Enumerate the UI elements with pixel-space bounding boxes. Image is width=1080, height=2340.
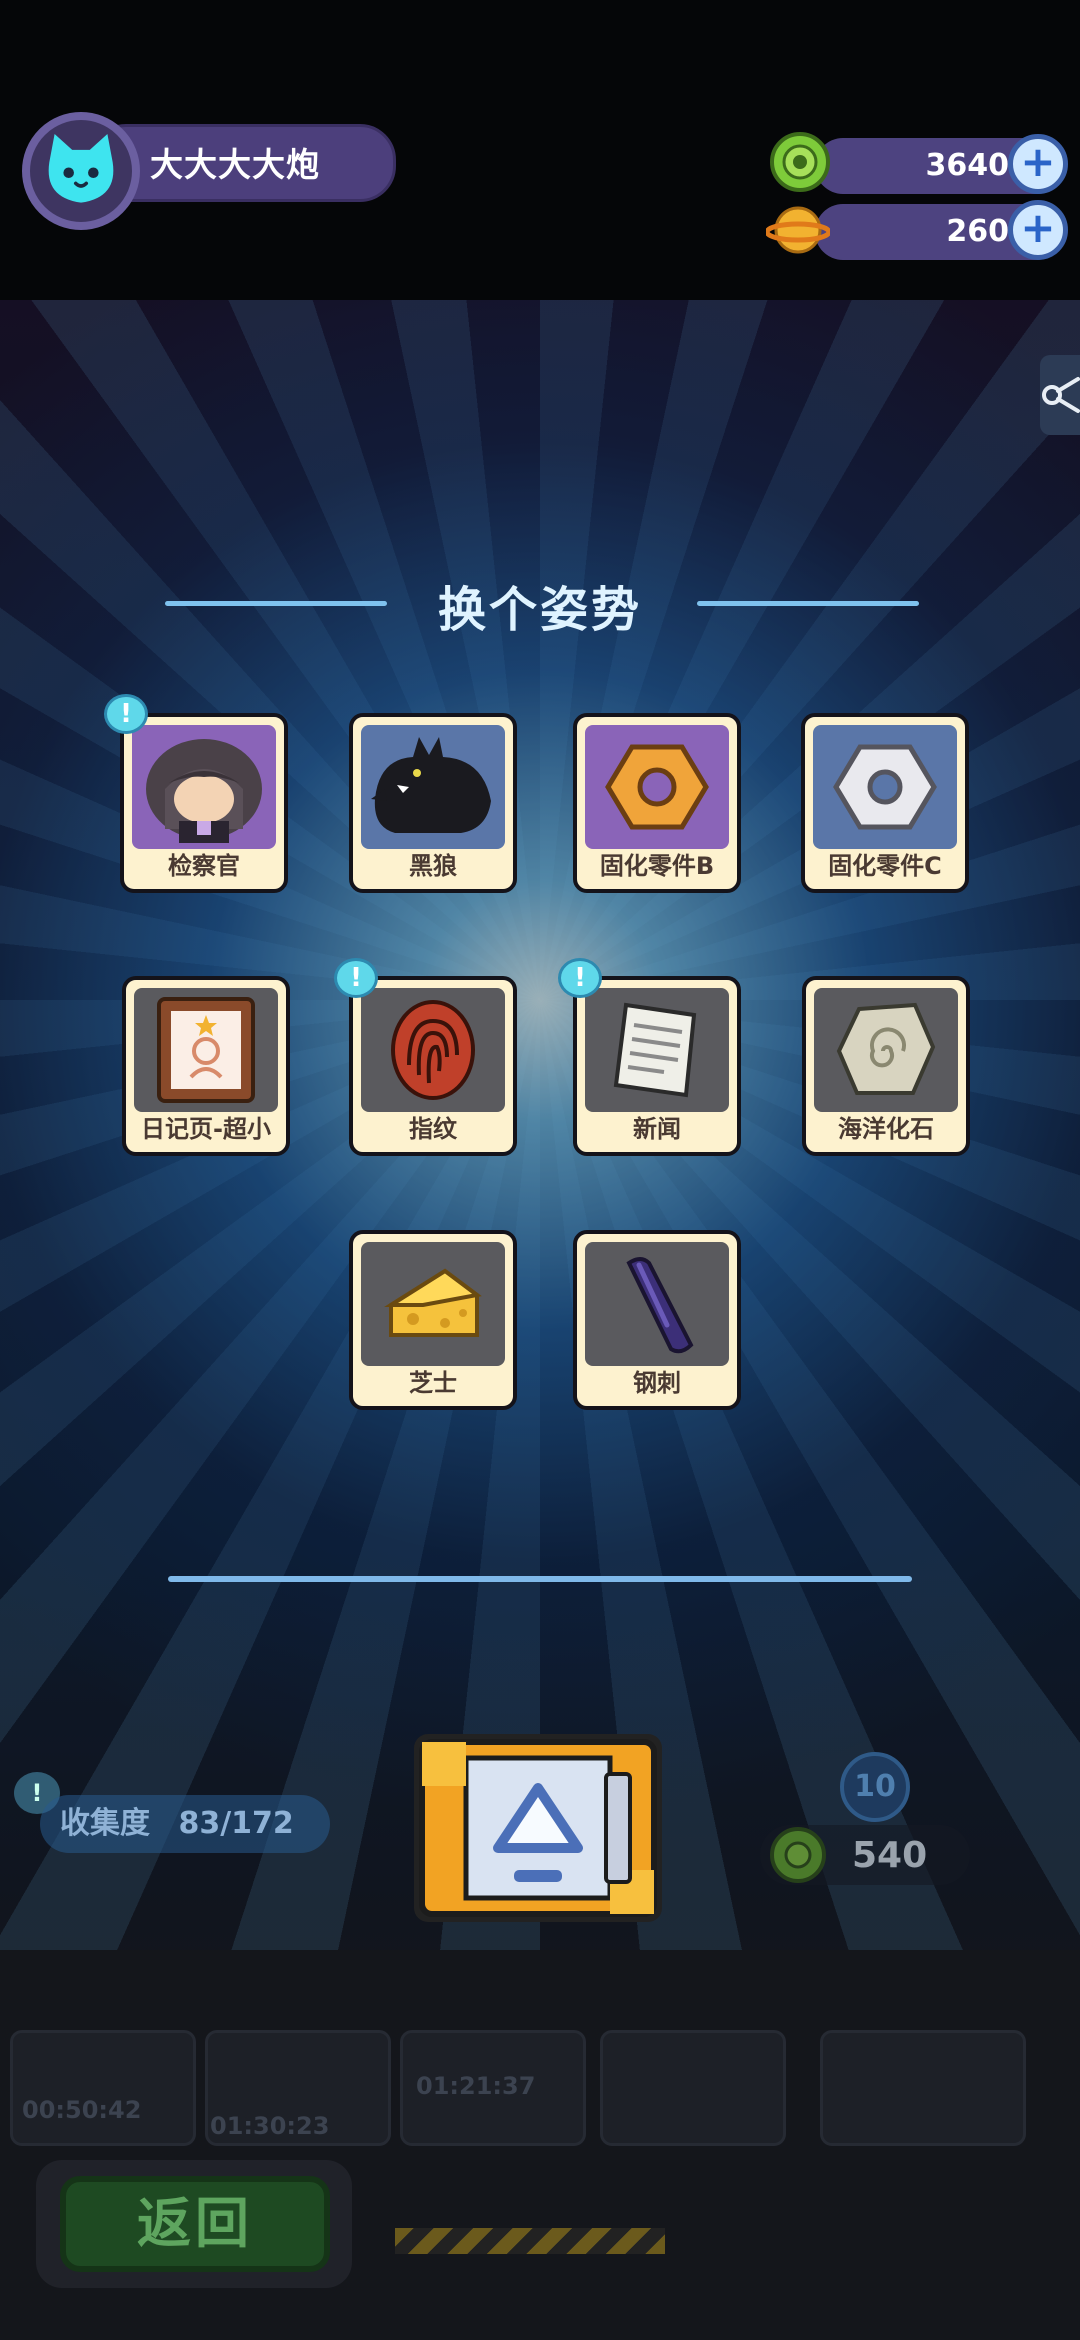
back-button[interactable]: 返回 bbox=[60, 2176, 330, 2272]
add-gear-coin-button[interactable]: + bbox=[1008, 134, 1068, 194]
collection-value: 83/172 bbox=[178, 1806, 294, 1841]
item-label: 海洋化石 bbox=[838, 1115, 934, 1143]
hazard-stripe bbox=[395, 2228, 665, 2254]
new-item-badge: ! bbox=[334, 958, 378, 998]
ocean-fossil-icon bbox=[836, 1002, 936, 1095]
add-planet-coin-button[interactable]: + bbox=[1008, 200, 1068, 260]
production-slot bbox=[10, 2030, 196, 2146]
item-card-cheese[interactable]: 芝士 bbox=[349, 1230, 517, 1410]
newspaper-icon bbox=[613, 1002, 697, 1098]
item-card-fingerprint[interactable]: 指纹 bbox=[349, 976, 517, 1156]
production-slot bbox=[600, 2030, 786, 2146]
hex-nut-orange-icon bbox=[605, 744, 709, 830]
item-label: 黑狼 bbox=[409, 852, 457, 880]
side-tab-scissors[interactable] bbox=[1040, 355, 1080, 435]
dialog-bottom-divider bbox=[168, 1576, 912, 1582]
player-name: 大大大大炮 bbox=[150, 145, 320, 184]
collection-label: 收集度 bbox=[60, 1806, 150, 1841]
cat-avatar-icon bbox=[48, 134, 114, 203]
fingerprint-icon bbox=[391, 1000, 475, 1100]
item-label: 钢刺 bbox=[633, 1369, 681, 1397]
item-label: 检察官 bbox=[168, 852, 240, 880]
item-card-hardened-part-b[interactable]: 固化零件B bbox=[573, 713, 741, 893]
prosecutor-icon bbox=[146, 739, 262, 843]
item-card-ocean-fossil[interactable]: 海洋化石 bbox=[802, 976, 970, 1156]
planet-coin-icon bbox=[766, 206, 830, 254]
dialog-title: 换个姿势 bbox=[437, 582, 642, 638]
machine-cost: 540 bbox=[760, 1825, 970, 1885]
item-label: 固化零件C bbox=[828, 852, 942, 880]
item-card-news[interactable]: 新闻 bbox=[573, 976, 741, 1156]
new-item-badge: ! bbox=[558, 958, 602, 998]
item-card-black-wolf[interactable]: 黑狼 bbox=[349, 713, 517, 893]
slot-timer: 01:21:37 bbox=[416, 2072, 536, 2100]
production-slot bbox=[820, 2030, 1026, 2146]
item-label: 芝士 bbox=[409, 1369, 457, 1397]
gear-coin-value: 3640 bbox=[925, 148, 1010, 183]
new-item-badge: ! bbox=[104, 694, 148, 734]
item-label: 指纹 bbox=[409, 1115, 457, 1143]
item-label: 固化零件B bbox=[599, 852, 715, 880]
slot-timer: 00:50:42 bbox=[22, 2096, 142, 2124]
machine-level-indicator: 10 bbox=[840, 1752, 910, 1822]
item-card-prosecutor[interactable]: 检察官 bbox=[120, 713, 288, 893]
item-label: 新闻 bbox=[633, 1115, 681, 1143]
item-card-hardened-part-c[interactable]: 固化零件C bbox=[801, 713, 969, 893]
item-card-steel-spike[interactable]: 钢刺 bbox=[573, 1230, 741, 1410]
mystery-box-icon[interactable] bbox=[410, 1730, 666, 1926]
machine-cost-value: 540 bbox=[852, 1835, 928, 1876]
black-wolf-icon bbox=[371, 737, 491, 833]
collection-progress[interactable]: 收集度 83/172 bbox=[40, 1795, 330, 1853]
hex-nut-white-icon bbox=[833, 744, 937, 830]
cheese-icon bbox=[384, 1268, 482, 1337]
planet-coin-value: 260 bbox=[946, 214, 1009, 249]
slot-timer: 01:30:23 bbox=[210, 2112, 330, 2140]
gear-coin-icon bbox=[770, 1827, 826, 1883]
avatar[interactable] bbox=[22, 112, 140, 230]
diary-page-icon bbox=[157, 997, 255, 1103]
item-card-diary-page[interactable]: 日记页-超小 bbox=[122, 976, 290, 1156]
steel-spike-icon bbox=[626, 1257, 694, 1354]
green-gear-coin-icon bbox=[770, 132, 830, 192]
scissors-icon bbox=[1042, 377, 1080, 413]
item-label: 日记页-超小 bbox=[141, 1115, 271, 1143]
